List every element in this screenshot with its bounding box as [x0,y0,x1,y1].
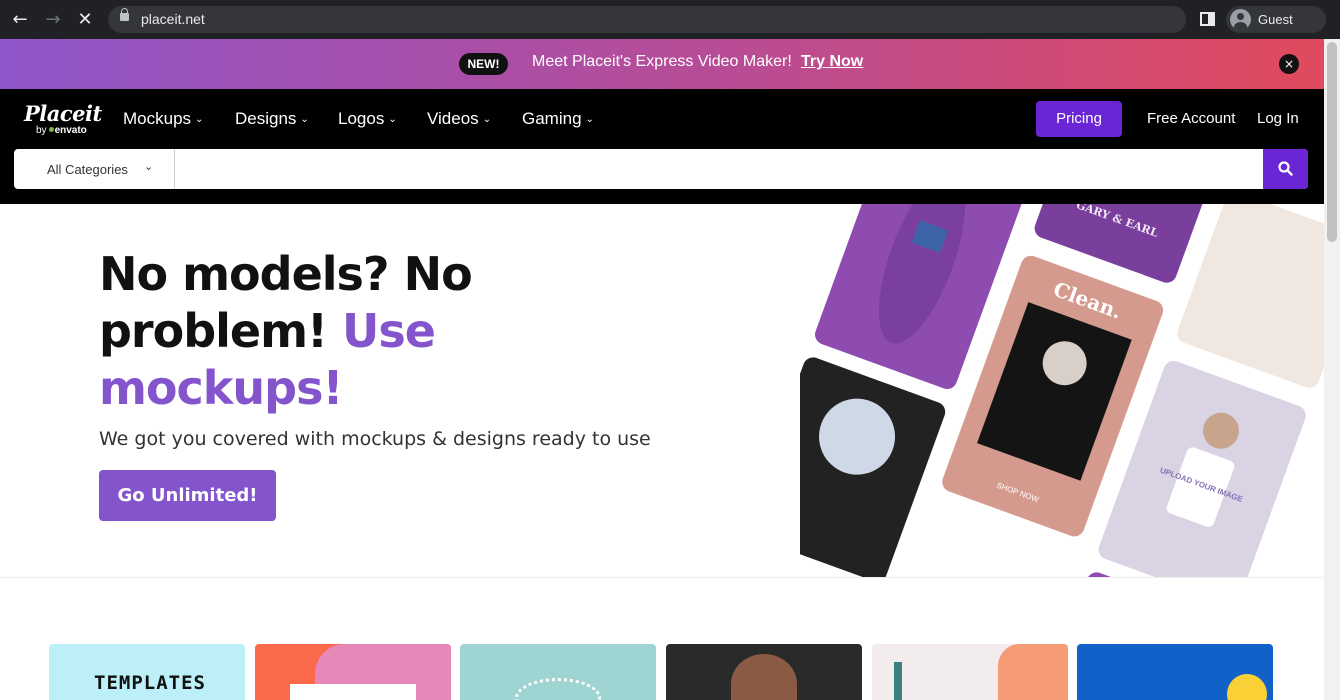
back-arrow-icon[interactable]: ← [8,8,32,32]
search-button[interactable] [1263,149,1308,189]
category-tile[interactable] [255,644,451,700]
url-text: placeit.net [141,11,205,27]
announcement-banner: NEW! Meet Placeit's Express Video Maker!… [0,39,1324,89]
tile-art [290,684,416,700]
side-panel-icon[interactable] [1200,12,1215,26]
announcement-text: Meet Placeit's Express Video Maker! [532,53,792,70]
logo-by: by [36,125,47,136]
chevron-down-icon: ⌄ [388,114,397,125]
menu-designs[interactable]: Designs ⌄ [235,109,309,129]
tile-art [894,662,902,700]
hero-section: No models? No problem! Use mockups! We g… [0,204,1324,578]
login-link[interactable]: Log In [1257,110,1299,127]
leaf-icon [48,127,54,132]
chevron-down-icon: ⌄ [585,114,594,125]
category-select[interactable]: All Categories ⌄ [14,149,175,189]
placeit-logo[interactable]: Placeit by envato [24,101,102,136]
profile-button[interactable]: Guest [1226,6,1326,33]
chevron-down-icon: ⌄ [144,160,154,173]
menu-label: Videos [427,109,479,128]
tile-art [731,654,797,700]
menu-label: Designs [235,109,297,128]
tile-art [998,644,1068,700]
logo-byline: by envato [36,125,87,136]
mockup-collage: GARY & EARL Clean. SHOP NOW UPLOAD YOUR … [800,204,1324,577]
tile-label: TEMPLATES [94,672,206,694]
hero-subtitle: We got you covered with mockups & design… [99,428,651,450]
menu-mockups[interactable]: Mockups ⌄ [123,109,203,129]
category-tile[interactable] [666,644,862,700]
menu-label: Gaming [522,109,582,128]
category-tile[interactable] [1077,644,1273,700]
search-input[interactable] [176,149,1263,189]
chevron-down-icon: ⌄ [300,114,309,125]
go-unlimited-button[interactable]: Go Unlimited! [99,470,276,521]
chevron-down-icon: ⌄ [482,114,492,125]
pricing-button[interactable]: Pricing [1036,101,1122,137]
profile-name: Guest [1258,12,1293,27]
menu-videos[interactable]: Videos ⌄ [427,109,491,129]
stop-loading-icon[interactable]: ✕ [73,8,97,32]
close-icon[interactable]: × [1279,54,1299,74]
hero-title: No models? No problem! Use mockups! [99,246,579,417]
search-bar: All Categories ⌄ [14,149,1308,189]
lock-icon [120,8,129,21]
page-scrollbar[interactable] [1324,39,1340,700]
category-tile[interactable] [460,644,656,700]
site-header: Placeit by envato Mockups ⌄ Designs ⌄ Logos… [0,89,1324,204]
logo-envato: envato [54,125,87,136]
new-badge: NEW! [459,53,508,75]
logo-wordmark: Placeit [24,101,102,126]
address-bar[interactable]: placeit.net [108,6,1186,33]
browser-toolbar: ← → ✕ placeit.net Guest [0,0,1340,39]
category-tile-templates[interactable]: TEMPLATES [49,644,245,700]
menu-gaming[interactable]: Gaming ⌄ [522,109,594,129]
menu-logos[interactable]: Logos ⌄ [338,109,397,129]
category-tile[interactable] [872,644,1068,700]
tile-art [515,678,601,700]
category-label: All Categories [47,162,128,177]
free-account-link[interactable]: Free Account [1147,110,1235,127]
forward-arrow-icon[interactable]: → [41,8,65,32]
chevron-down-icon: ⌄ [195,114,204,125]
try-now-link[interactable]: Try Now [801,53,863,71]
menu-label: Mockups [123,109,192,128]
tile-art [1227,674,1267,700]
search-icon [1278,161,1293,176]
menu-label: Logos [338,109,385,128]
avatar-icon [1230,9,1251,30]
scrollbar-thumb[interactable] [1327,42,1337,242]
